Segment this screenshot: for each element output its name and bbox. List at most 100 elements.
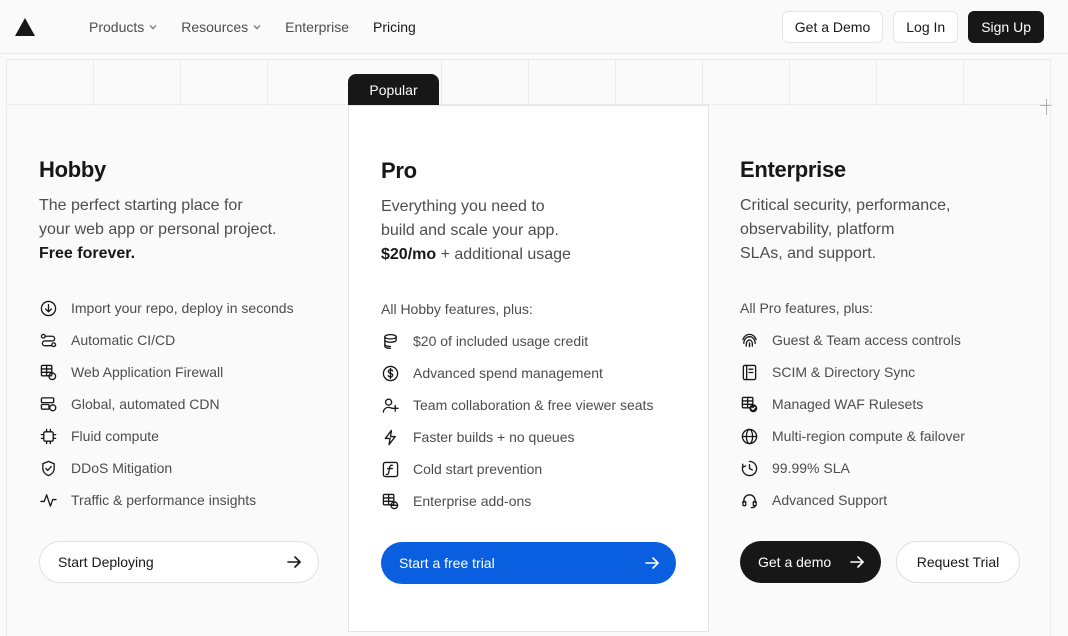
feature-label: Advanced spend management: [413, 365, 603, 381]
list-item: Import your repo, deploy in seconds: [39, 292, 294, 324]
list-item: Cold start prevention: [381, 453, 653, 485]
nav-enterprise[interactable]: Enterprise: [273, 12, 361, 42]
desc-line: SLAs, and support.: [740, 245, 877, 262]
cdn-icon: [39, 395, 57, 413]
plan-description: The perfect starting place for your web …: [39, 194, 276, 266]
arrow-right-icon: [286, 554, 302, 570]
chip-icon: [39, 427, 57, 445]
feature-label: Global, automated CDN: [71, 396, 220, 412]
feature-label: Multi-region compute & failover: [772, 428, 965, 444]
nav-resources[interactable]: Resources: [169, 12, 273, 42]
feature-label: SCIM & Directory Sync: [772, 364, 916, 380]
plan-description: Everything you need to build and scale y…: [381, 195, 571, 267]
feature-label: Cold start prevention: [413, 461, 543, 477]
feature-label: Fluid compute: [71, 428, 159, 444]
get-demo-button[interactable]: Get a Demo: [781, 10, 884, 43]
feature-label: Faster builds + no queues: [413, 429, 575, 445]
nav-pricing[interactable]: Pricing: [361, 12, 428, 42]
arrow-right-icon: [644, 555, 660, 571]
plan-card-enterprise: Enterprise Critical security, performanc…: [709, 105, 1051, 636]
list-item: Advanced spend management: [381, 357, 653, 389]
ci-cd-icon: [39, 331, 57, 349]
shield-check-icon: [39, 459, 57, 477]
feature-label: Team collaboration & free viewer seats: [413, 397, 654, 413]
button-label: Request Trial: [916, 554, 1000, 570]
list-item: SCIM & Directory Sync: [740, 356, 965, 388]
desc-line: The perfect starting place for: [39, 197, 243, 214]
plan-card-pro: Pro Everything you need to build and sca…: [348, 105, 709, 632]
feature-label: Enterprise add-ons: [413, 493, 532, 509]
plan-description: Critical security, performance, observab…: [740, 194, 950, 266]
top-navbar: Products Resources Enterprise Pricing Ge…: [0, 0, 1068, 54]
chevron-down-icon: [253, 24, 261, 29]
list-item: Fluid compute: [39, 420, 294, 452]
list-item: Traffic & performance insights: [39, 484, 294, 516]
nav-products[interactable]: Products: [66, 12, 169, 42]
globe-icon: [740, 427, 758, 445]
headset-icon: [740, 491, 758, 509]
function-icon: [381, 460, 399, 478]
user-plus-icon: [381, 396, 399, 414]
feature-list: Import your repo, deploy in seconds Auto…: [39, 292, 294, 516]
feature-label: DDoS Mitigation: [71, 460, 173, 476]
button-label: Start Deploying: [58, 554, 154, 570]
plan-title: Hobby: [39, 157, 106, 182]
request-trial-button[interactable]: Request Trial: [896, 541, 1020, 583]
feature-label: Automatic CI/CD: [71, 332, 176, 348]
plan-title: Enterprise: [740, 157, 846, 182]
lightning-icon: [381, 428, 399, 446]
free-forever-text: Free forever.: [39, 245, 136, 262]
fingerprint-icon: [740, 331, 758, 349]
list-item: Global, automated CDN: [39, 388, 294, 420]
logo-triangle-icon[interactable]: [14, 16, 36, 38]
feature-label: Advanced Support: [772, 492, 888, 508]
nav-resources-label: Resources: [181, 18, 249, 35]
list-item: Automatic CI/CD: [39, 324, 294, 356]
nav-links: Products Resources Enterprise Pricing: [66, 12, 428, 42]
features-heading: All Hobby features, plus:: [381, 301, 533, 317]
nav-products-label: Products: [89, 18, 145, 35]
feature-label: 99.99% SLA: [772, 460, 850, 476]
desc-line: your web app or personal project.: [39, 221, 277, 238]
list-item: Team collaboration & free viewer seats: [381, 389, 653, 421]
feature-label: Import your repo, deploy in seconds: [71, 300, 294, 316]
directory-icon: [740, 363, 758, 381]
price-suffix: + additional usage: [436, 246, 571, 263]
start-deploying-button[interactable]: Start Deploying: [39, 541, 319, 583]
arrow-right-icon: [849, 554, 865, 570]
desc-line: build and scale your app.: [381, 222, 559, 239]
firewall-icon: [39, 363, 57, 381]
grid-globe-icon: [381, 492, 399, 510]
chevron-down-icon: [149, 24, 157, 29]
feature-label: Managed WAF Rulesets: [772, 396, 924, 412]
dollar-circle-icon: [381, 364, 399, 382]
get-demo-cta-button[interactable]: Get a demo: [740, 541, 881, 583]
log-in-button[interactable]: Log In: [893, 10, 959, 43]
plan-card-hobby: Hobby The perfect starting place for you…: [6, 105, 348, 636]
feature-label: Web Application Firewall: [71, 364, 224, 380]
desc-line: Everything you need to: [381, 198, 545, 215]
list-item: Multi-region compute & failover: [740, 420, 965, 452]
price: $20/mo: [381, 246, 437, 263]
desc-line: Critical security, performance,: [740, 197, 951, 214]
sign-up-button[interactable]: Sign Up: [968, 10, 1044, 43]
start-free-trial-button[interactable]: Start a free trial: [381, 542, 676, 584]
feature-label: $20 of included usage credit: [413, 333, 589, 349]
list-item: Guest & Team access controls: [740, 324, 965, 356]
list-item: 99.99% SLA: [740, 452, 965, 484]
arrow-down-circle-icon: [39, 299, 57, 317]
nav-actions: Get a Demo Log In Sign Up: [781, 10, 1044, 43]
button-label: Get a demo: [758, 554, 832, 570]
list-item: Managed WAF Rulesets: [740, 388, 965, 420]
feature-label: Traffic & performance insights: [71, 492, 257, 508]
list-item: $20 of included usage credit: [381, 325, 653, 357]
list-item: Advanced Support: [740, 484, 965, 516]
decorative-grid: [6, 59, 1051, 106]
popular-badge: Popular: [348, 74, 439, 105]
plan-title: Pro: [381, 158, 417, 183]
list-item: Enterprise add-ons: [381, 485, 653, 517]
feature-label: Guest & Team access controls: [772, 332, 961, 348]
list-item: Faster builds + no queues: [381, 421, 653, 453]
clock-icon: [740, 459, 758, 477]
coins-icon: [381, 332, 399, 350]
